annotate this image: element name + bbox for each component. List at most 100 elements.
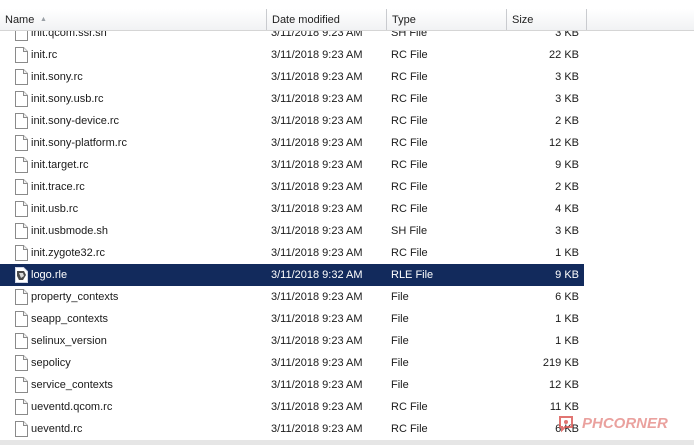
- file-size: 3 KB: [555, 31, 579, 39]
- file-date-modified: 3/11/2018 9:23 AM: [271, 159, 363, 171]
- file-date-modified: 3/11/2018 9:23 AM: [271, 71, 363, 83]
- file-size: 1 KB: [555, 247, 579, 259]
- phcorner-logo-icon: [559, 416, 573, 433]
- file-name: seapp_contexts: [31, 313, 109, 325]
- file-name: ueventd.qcom.rc: [31, 401, 113, 413]
- file-row[interactable]: init.qcom.ssr.sh 3/11/2018 9:23 AM SH File…: [0, 31, 584, 44]
- document-icon: [15, 245, 28, 261]
- file-name: sepolicy: [31, 357, 71, 369]
- file-size: 2 KB: [555, 181, 579, 193]
- file-type: RC File: [391, 93, 428, 105]
- file-row[interactable]: init.trace.rc 3/11/2018 9:23 AM RC File 2 K…: [0, 176, 584, 198]
- column-header-type[interactable]: Type: [387, 9, 507, 30]
- document-icon: [15, 377, 28, 393]
- file-type: RC File: [391, 401, 428, 413]
- file-type: SH File: [391, 225, 428, 237]
- file-row[interactable]: ueventd.rc 3/11/2018 9:23 AM RC File 6 KB: [0, 418, 584, 440]
- document-icon: [15, 157, 28, 173]
- document-icon: [15, 201, 28, 217]
- file-name: init.trace.rc: [31, 181, 85, 193]
- file-date-modified: 3/11/2018 9:23 AM: [271, 357, 363, 369]
- file-row[interactable]: property_contexts 3/11/2018 9:23 AM File 6 …: [0, 286, 584, 308]
- phcorner-watermark: PHCORNER: [559, 415, 668, 433]
- file-type: RC File: [391, 159, 428, 171]
- file-type: RC File: [391, 247, 428, 259]
- file-row[interactable]: service_contexts 3/11/2018 9:23 AM File 12 …: [0, 374, 584, 396]
- column-header: Name ▲ Date modified Type Size: [0, 9, 694, 31]
- column-header-name[interactable]: Name ▲: [0, 9, 267, 30]
- file-row[interactable]: init.usb.rc 3/11/2018 9:23 AM RC File 4 KB: [0, 198, 584, 220]
- document-icon: [15, 223, 28, 239]
- file-size: 3 KB: [555, 93, 579, 105]
- document-icon: [15, 355, 28, 371]
- file-size: 3 KB: [555, 225, 579, 237]
- file-date-modified: 3/11/2018 9:23 AM: [271, 401, 363, 413]
- file-row[interactable]: init.target.rc 3/11/2018 9:23 AM RC File 9 …: [0, 154, 584, 176]
- file-date-modified: 3/11/2018 9:23 AM: [271, 335, 363, 347]
- file-date-modified: 3/11/2018 9:23 AM: [271, 181, 363, 193]
- file-row[interactable]: sepolicy 3/11/2018 9:23 AM File 219 KB: [0, 352, 584, 374]
- file-name: init.target.rc: [31, 159, 89, 171]
- file-type: RC File: [391, 181, 428, 193]
- file-name: init.usb.rc: [31, 203, 79, 215]
- document-icon: [15, 113, 28, 129]
- file-name: selinux_version: [31, 335, 107, 347]
- file-type: File: [391, 357, 409, 369]
- file-name: init.sony-platform.rc: [31, 137, 127, 149]
- file-name: ueventd.rc: [31, 423, 83, 435]
- file-date-modified: 3/11/2018 9:23 AM: [271, 115, 363, 127]
- file-date-modified: 3/11/2018 9:23 AM: [271, 93, 363, 105]
- file-row[interactable]: init.zygote32.rc 3/11/2018 9:23 AM RC File…: [0, 242, 584, 264]
- file-list-rows: init.qcom.ssr.sh 3/11/2018 9:23 AM SH File…: [0, 31, 584, 440]
- file-date-modified: 3/11/2018 9:23 AM: [271, 423, 363, 435]
- document-icon: [15, 135, 28, 151]
- document-icon: [15, 91, 28, 107]
- file-size: 9 KB: [555, 159, 579, 171]
- document-icon: [15, 47, 28, 63]
- file-list: init.qcom.ssr.sh 3/11/2018 9:23 AM SH File…: [0, 31, 694, 445]
- file-type: RC File: [391, 137, 428, 149]
- file-row[interactable]: logo.rle 3/11/2018 9:32 AM RLE File 9 KB: [0, 264, 584, 286]
- column-header-size[interactable]: Size: [507, 9, 587, 30]
- document-icon: [15, 31, 28, 41]
- document-icon: [15, 179, 28, 195]
- file-row[interactable]: init.usbmode.sh 3/11/2018 9:23 AM SH File 3…: [0, 220, 584, 242]
- file-date-modified: 3/11/2018 9:23 AM: [271, 203, 363, 215]
- file-name: init.qcom.ssr.sh: [31, 31, 107, 39]
- file-row[interactable]: init.rc 3/11/2018 9:23 AM RC File 22 KB: [0, 44, 584, 66]
- file-row[interactable]: init.sony-device.rc 3/11/2018 9:23 AM RC F…: [0, 110, 584, 132]
- file-type: File: [391, 313, 409, 325]
- file-size: 4 KB: [555, 203, 579, 215]
- document-icon: [15, 311, 28, 327]
- file-type: RC File: [391, 203, 428, 215]
- file-name: init.rc: [31, 49, 58, 61]
- file-date-modified: 3/11/2018 9:23 AM: [271, 313, 363, 325]
- column-name-label: Name: [5, 14, 35, 26]
- file-type: File: [391, 335, 409, 347]
- column-type-label: Type: [392, 14, 416, 26]
- file-name: init.zygote32.rc: [31, 247, 105, 259]
- file-date-modified: 3/11/2018 9:32 AM: [271, 269, 363, 281]
- file-size: 6 KB: [555, 291, 579, 303]
- file-type: File: [391, 379, 409, 391]
- file-row[interactable]: selinux_version 3/11/2018 9:23 AM File 1 KB: [0, 330, 584, 352]
- file-row[interactable]: init.sony.rc 3/11/2018 9:23 AM RC File 3 KB: [0, 66, 584, 88]
- file-row[interactable]: seapp_contexts 3/11/2018 9:23 AM File 1 KB: [0, 308, 584, 330]
- file-size: 9 KB: [555, 269, 579, 281]
- file-type: RC File: [391, 49, 428, 61]
- column-header-date[interactable]: Date modified: [267, 9, 387, 30]
- file-name: init.sony.usb.rc: [31, 93, 104, 105]
- column-date-label: Date modified: [272, 14, 340, 26]
- file-date-modified: 3/11/2018 9:23 AM: [271, 225, 363, 237]
- document-icon: [15, 421, 28, 437]
- file-name: init.usbmode.sh: [31, 225, 109, 237]
- horizontal-scrollbar[interactable]: [0, 440, 694, 445]
- document-icon: [15, 289, 28, 305]
- file-size: 22 KB: [549, 49, 579, 61]
- file-row[interactable]: init.sony-platform.rc 3/11/2018 9:23 AM RC…: [0, 132, 584, 154]
- file-date-modified: 3/11/2018 9:23 AM: [271, 137, 363, 149]
- file-row[interactable]: init.sony.usb.rc 3/11/2018 9:23 AM RC File…: [0, 88, 584, 110]
- file-row[interactable]: ueventd.qcom.rc 3/11/2018 9:23 AM RC File 1…: [0, 396, 584, 418]
- watermark-text: PHCORNER: [582, 415, 668, 432]
- file-date-modified: 3/11/2018 9:23 AM: [271, 31, 363, 39]
